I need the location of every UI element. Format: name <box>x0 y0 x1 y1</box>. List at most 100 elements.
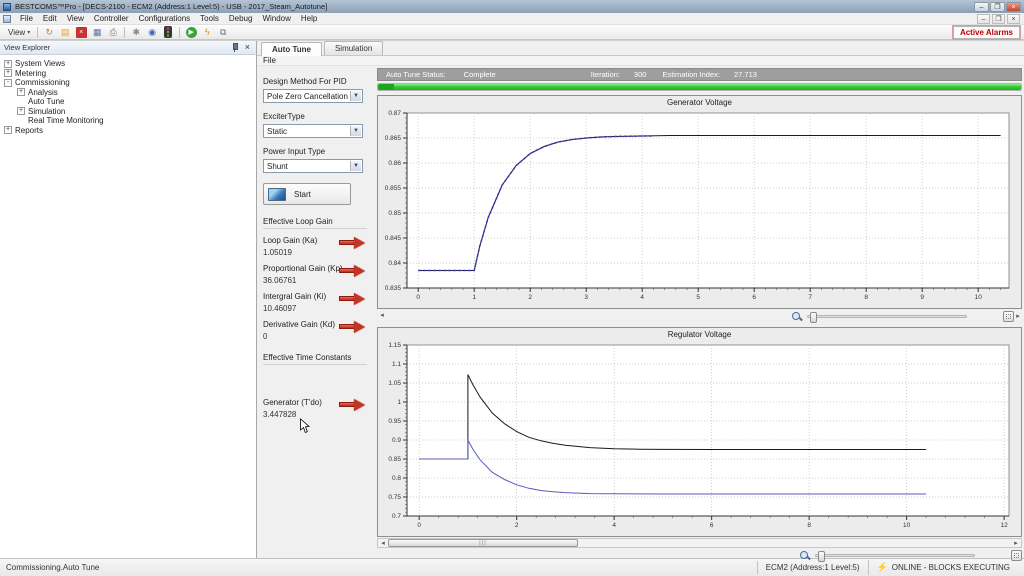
menu-configurations[interactable]: Configurations <box>134 14 196 23</box>
regulator-voltage-chart-panel: Regulator Voltage 0246810120.70.750.80.8… <box>377 327 1022 537</box>
gain-value: 1.05019 <box>263 248 375 257</box>
explorer-tree: +System Views+Metering-Commissioning+Ana… <box>0 55 256 558</box>
menu-help[interactable]: Help <box>296 14 322 23</box>
svg-text:5: 5 <box>696 294 700 301</box>
connect-globe-icon[interactable]: ◉ <box>145 26 159 39</box>
zoom-slider-thumb[interactable] <box>818 551 825 562</box>
gain-label: Loop Gain (Ka) <box>263 236 375 245</box>
regulator-chart-zoom-row <box>377 548 1022 562</box>
chevron-down-icon: ▾ <box>27 29 30 36</box>
menu-tools[interactable]: Tools <box>195 14 224 23</box>
explorer-close-icon[interactable]: × <box>243 43 252 52</box>
svg-text:4: 4 <box>640 294 644 301</box>
app-icon <box>3 3 11 11</box>
open-folder-icon[interactable]: ▤ <box>58 26 72 39</box>
svg-text:0.7: 0.7 <box>392 513 401 520</box>
tree-item-auto-tune[interactable]: Auto Tune <box>4 97 256 107</box>
mdi-restore-button[interactable]: ❐ <box>992 14 1005 24</box>
expand-icon[interactable]: + <box>4 126 12 134</box>
expand-icon[interactable]: + <box>4 60 12 68</box>
traffic-light-icon[interactable] <box>161 26 175 39</box>
gain-results: Loop Gain (Ka)1.05019Proportional Gain (… <box>263 236 375 341</box>
svg-text:0.8: 0.8 <box>392 475 401 482</box>
svg-text:0.87: 0.87 <box>388 110 401 117</box>
undo-icon[interactable]: ↻ <box>42 26 56 39</box>
power-input-type-select[interactable]: Shunt ▼ <box>263 159 363 173</box>
tab-auto-tune[interactable]: Auto Tune <box>261 42 322 56</box>
active-alarms-button[interactable]: Active Alarms <box>953 26 1020 39</box>
copy-icon[interactable]: ⧉ <box>216 26 230 39</box>
expand-icon[interactable]: + <box>4 69 12 77</box>
scroll-left-icon[interactable]: ◂ <box>378 539 388 547</box>
svg-text:2: 2 <box>515 522 519 529</box>
generator-chart-zoom-row: ◂ ▸ <box>377 309 1022 323</box>
export-icon[interactable]: ⎙ <box>106 26 120 39</box>
menu-view[interactable]: View <box>62 14 89 23</box>
autotune-progress-bar <box>377 83 1022 91</box>
minimize-button[interactable]: – <box>974 2 989 12</box>
document-area: Auto TuneSimulation File Design Method F… <box>257 41 1024 558</box>
menu-bar: FileEditViewControllerConfigurationsTool… <box>0 13 1024 25</box>
mdi-minimize-button[interactable]: – <box>977 14 990 24</box>
menu-edit[interactable]: Edit <box>38 14 62 23</box>
window-title: BESTCOMS™Pro - [DECS-2100 - ECM2 (Addres… <box>15 2 974 11</box>
expand-icon[interactable]: + <box>17 88 25 96</box>
menu-file[interactable]: File <box>15 14 38 23</box>
settings-icon[interactable]: ✱ <box>129 26 143 39</box>
gain-value: 0 <box>263 332 375 341</box>
menu-debug[interactable]: Debug <box>224 14 258 23</box>
zoom-magnifier-icon[interactable] <box>792 312 801 321</box>
tree-item-commissioning[interactable]: -Commissioning <box>4 78 256 88</box>
tree-item-real-time-monitoring[interactable]: Real Time Monitoring <box>4 116 256 126</box>
execute-icon[interactable]: ϟ <box>200 26 214 39</box>
zoom-slider[interactable] <box>807 315 967 318</box>
tree-item-simulation[interactable]: +Simulation <box>4 107 256 117</box>
close-file-icon[interactable]: × <box>74 26 88 39</box>
tree-leaf-spacer <box>17 117 25 125</box>
menu-controller[interactable]: Controller <box>89 14 134 23</box>
exciter-type-select[interactable]: Static ▼ <box>263 124 363 138</box>
tree-item-label: Real Time Monitoring <box>28 116 104 125</box>
start-button-image-icon <box>268 188 286 201</box>
scroll-right-icon[interactable]: ▸ <box>1014 312 1022 320</box>
close-button[interactable]: × <box>1006 2 1021 12</box>
expand-icon[interactable]: + <box>17 107 25 115</box>
tab-simulation[interactable]: Simulation <box>324 41 383 55</box>
start-button[interactable]: Start <box>263 183 351 205</box>
toolbar: View ▾ ↻▤×▦⎙ ✱◉ ▶ϟ⧉ Active Alarms <box>0 25 1024 40</box>
scroll-left-icon[interactable]: ◂ <box>377 311 387 321</box>
scroll-right-icon[interactable]: ▸ <box>1011 539 1021 547</box>
save-icon[interactable]: ▦ <box>90 26 104 39</box>
autotune-status-strip: Auto Tune Status: Complete Iteration: 30… <box>377 68 1022 81</box>
gain-value: 10.46097 <box>263 304 375 313</box>
expand-chart-icon[interactable] <box>1003 311 1014 322</box>
file-menu[interactable]: File <box>263 56 276 65</box>
collapse-icon[interactable]: - <box>4 79 12 87</box>
view-dropdown[interactable]: View ▾ <box>4 28 34 37</box>
zoom-magnifier-icon[interactable] <box>800 551 809 560</box>
iteration-label: Iteration: <box>591 70 620 79</box>
iteration-value: 300 <box>634 70 647 79</box>
expand-chart-icon[interactable] <box>1011 550 1022 561</box>
svg-text:2: 2 <box>528 294 532 301</box>
start-comms-icon[interactable]: ▶ <box>184 26 198 39</box>
pin-icon[interactable] <box>230 43 239 52</box>
tree-item-reports[interactable]: +Reports <box>4 126 256 136</box>
design-method-select[interactable]: Pole Zero Cancellation ▼ <box>263 89 363 103</box>
zoom-slider-thumb[interactable] <box>810 312 817 323</box>
power-input-type-label: Power Input Type <box>263 147 375 156</box>
scrollbar-thumb[interactable]: ||| <box>388 539 578 547</box>
zoom-slider[interactable] <box>815 554 975 557</box>
svg-text:1.05: 1.05 <box>388 380 401 387</box>
menu-window[interactable]: Window <box>257 14 295 23</box>
power-input-type-value: Shunt <box>267 162 288 171</box>
view-dropdown-label: View <box>8 28 25 37</box>
tree-item-system-views[interactable]: +System Views <box>4 59 256 69</box>
restore-button[interactable]: ❐ <box>990 2 1005 12</box>
tree-item-analysis[interactable]: +Analysis <box>4 88 256 98</box>
svg-text:0.86: 0.86 <box>388 160 401 167</box>
regulator-chart-hscrollbar[interactable]: ◂ ||| ▸ <box>377 538 1022 548</box>
tree-item-metering[interactable]: +Metering <box>4 69 256 79</box>
mdi-close-button[interactable]: × <box>1007 14 1020 24</box>
svg-text:12: 12 <box>1001 522 1009 529</box>
